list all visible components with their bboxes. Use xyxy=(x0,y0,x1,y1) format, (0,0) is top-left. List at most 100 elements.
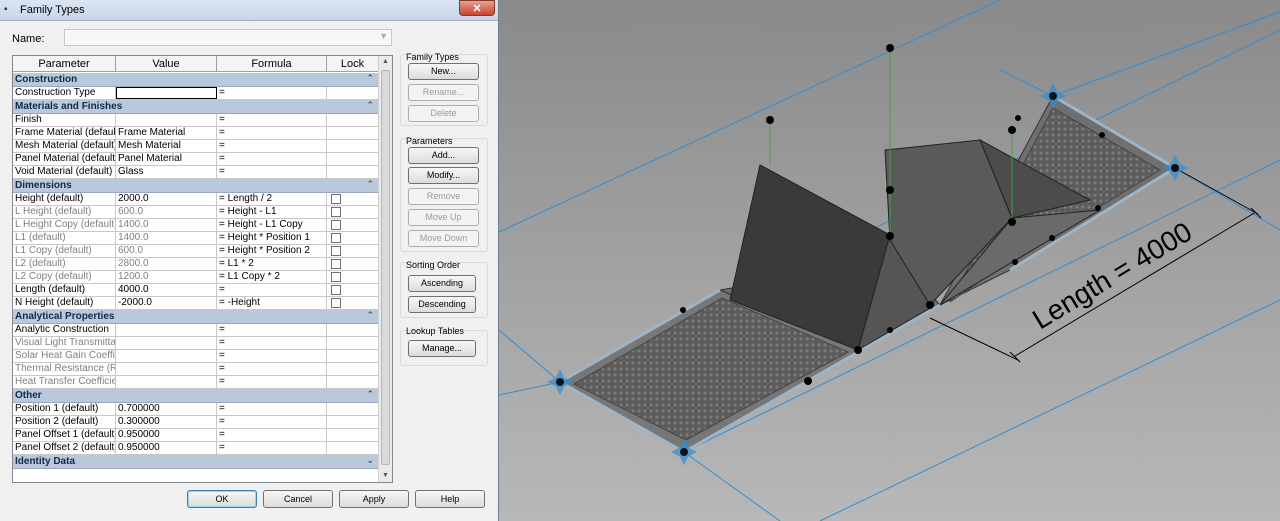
collapse-icon[interactable]: ⌃ xyxy=(366,179,374,190)
value-cell[interactable] xyxy=(116,87,217,99)
formula-cell[interactable]: = xyxy=(217,376,327,388)
name-dropdown[interactable]: ▼ xyxy=(64,29,392,46)
table-row[interactable]: N Height (default) -2000.0 = -Height xyxy=(13,297,379,310)
parameter-cell[interactable]: Thermal Resistance (R) xyxy=(13,363,116,375)
value-cell[interactable]: Mesh Material xyxy=(116,140,217,152)
lock-checkbox[interactable] xyxy=(331,298,341,308)
delete-type-button[interactable]: Delete xyxy=(408,105,479,122)
parameter-cell[interactable]: Visual Light Transmittanc xyxy=(13,337,116,349)
value-cell[interactable]: 1400.0 xyxy=(116,219,217,231)
value-cell[interactable]: -2000.0 xyxy=(116,297,217,309)
help-button[interactable]: Help xyxy=(415,490,485,508)
formula-cell[interactable]: = xyxy=(217,337,327,349)
formula-cell[interactable]: = Length / 2 xyxy=(217,193,327,205)
formula-cell[interactable]: = xyxy=(217,363,327,375)
remove-parameter-button[interactable]: Remove xyxy=(408,188,479,205)
formula-cell[interactable]: = xyxy=(217,284,327,296)
table-row[interactable]: Void Material (default) Glass = xyxy=(13,166,379,179)
formula-cell[interactable]: = xyxy=(217,140,327,152)
value-cell[interactable]: 4000.0 xyxy=(116,284,217,296)
value-cell[interactable]: 600.0 xyxy=(116,245,217,257)
apply-button[interactable]: Apply xyxy=(339,490,409,508)
table-row[interactable]: Panel Offset 2 (default) 0.950000 = xyxy=(13,442,379,455)
parameter-cell[interactable]: Position 1 (default) xyxy=(13,403,116,415)
formula-cell[interactable]: = xyxy=(217,350,327,362)
value-cell[interactable]: 0.300000 xyxy=(116,416,217,428)
group-header[interactable]: Other ⌃ xyxy=(13,389,379,403)
manage-lookup-button[interactable]: Manage... xyxy=(408,340,476,357)
formula-cell[interactable]: = L1 Copy * 2 xyxy=(217,271,327,283)
value-cell[interactable]: Glass xyxy=(116,166,217,178)
value-cell[interactable]: Panel Material xyxy=(116,153,217,165)
scroll-up-icon[interactable]: ▲ xyxy=(379,56,392,68)
modify-parameter-button[interactable]: Modify... xyxy=(408,167,479,184)
collapse-icon[interactable]: ⌃ xyxy=(366,310,374,321)
formula-cell[interactable]: = xyxy=(217,429,327,441)
value-cell[interactable] xyxy=(116,114,217,126)
formula-cell[interactable]: = xyxy=(217,416,327,428)
parameter-cell[interactable]: Solar Heat Gain Coefficie xyxy=(13,350,116,362)
value-cell[interactable]: 1200.0 xyxy=(116,271,217,283)
parameter-cell[interactable]: L1 (default) xyxy=(13,232,116,244)
formula-cell[interactable]: = xyxy=(217,127,327,139)
value-cell[interactable]: 0.700000 xyxy=(116,403,217,415)
table-row[interactable]: Position 1 (default) 0.700000 = xyxy=(13,403,379,416)
parameter-cell[interactable]: L2 (default) xyxy=(13,258,116,270)
lock-checkbox[interactable] xyxy=(331,246,341,256)
parameter-cell[interactable]: L1 Copy (default) xyxy=(13,245,116,257)
move-down-button[interactable]: Move Down xyxy=(408,230,479,247)
table-row[interactable]: Heat Transfer Coefficient = xyxy=(13,376,379,389)
group-header[interactable]: Identity Data ⌄ xyxy=(13,455,379,469)
value-cell[interactable]: 0.950000 xyxy=(116,429,217,441)
formula-cell[interactable]: = -Height xyxy=(217,297,327,309)
table-row[interactable]: L1 (default) 1400.0 = Height * Position 1 xyxy=(13,232,379,245)
collapse-icon[interactable]: ⌃ xyxy=(366,100,374,111)
table-row[interactable]: Panel Offset 1 (default) 0.950000 = xyxy=(13,429,379,442)
table-row[interactable]: Thermal Resistance (R) = xyxy=(13,363,379,376)
lock-checkbox[interactable] xyxy=(331,259,341,269)
value-cell[interactable]: 2800.0 xyxy=(116,258,217,270)
formula-cell[interactable]: = xyxy=(217,114,327,126)
table-row[interactable]: L2 (default) 2800.0 = L1 * 2 xyxy=(13,258,379,271)
parameter-cell[interactable]: Void Material (default) xyxy=(13,166,116,178)
parameter-cell[interactable]: N Height (default) xyxy=(13,297,116,309)
value-cell[interactable] xyxy=(116,363,217,375)
value-cell[interactable] xyxy=(116,337,217,349)
scroll-down-icon[interactable]: ▼ xyxy=(379,470,392,482)
lock-checkbox[interactable] xyxy=(331,207,341,217)
title-bar[interactable]: ▪ Family Types ✕ xyxy=(0,0,498,21)
collapse-icon[interactable]: ⌃ xyxy=(366,73,374,84)
group-header[interactable]: Materials and Finishes ⌃ xyxy=(13,100,379,114)
table-row[interactable]: L1 Copy (default) 600.0 = Height * Positio… xyxy=(13,245,379,258)
parameter-cell[interactable]: Panel Material (default) xyxy=(13,153,116,165)
table-row[interactable]: Analytic Construction = xyxy=(13,324,379,337)
formula-cell[interactable]: = Height * Position 2 xyxy=(217,245,327,257)
formula-cell[interactable]: = xyxy=(217,403,327,415)
table-row[interactable]: Frame Material (default) Frame Material = xyxy=(13,127,379,140)
formula-cell[interactable]: = Height - L1 Copy xyxy=(217,219,327,231)
formula-cell[interactable]: = xyxy=(217,153,327,165)
formula-cell[interactable]: = Height - L1 xyxy=(217,206,327,218)
parameter-cell[interactable]: Analytic Construction xyxy=(13,324,116,336)
parameter-cell[interactable]: Construction Type xyxy=(13,87,116,99)
descending-button[interactable]: Descending xyxy=(408,296,476,313)
parameter-cell[interactable]: Position 2 (default) xyxy=(13,416,116,428)
formula-cell[interactable]: = L1 * 2 xyxy=(217,258,327,270)
parameter-cell[interactable]: L2 Copy (default) xyxy=(13,271,116,283)
lock-checkbox[interactable] xyxy=(331,272,341,282)
table-row[interactable]: L Height Copy (default) 1400.0 = Height - … xyxy=(13,219,379,232)
collapse-icon[interactable]: ⌃ xyxy=(366,389,374,400)
parameter-cell[interactable]: Mesh Material (default) xyxy=(13,140,116,152)
lock-checkbox[interactable] xyxy=(331,220,341,230)
table-row[interactable]: L2 Copy (default) 1200.0 = L1 Copy * 2 xyxy=(13,271,379,284)
parameter-cell[interactable]: Panel Offset 1 (default) xyxy=(13,429,116,441)
table-row[interactable]: Solar Heat Gain Coefficie = xyxy=(13,350,379,363)
scroll-thumb[interactable] xyxy=(381,70,390,465)
formula-cell[interactable]: = Height * Position 1 xyxy=(217,232,327,244)
table-row[interactable]: Position 2 (default) 0.300000 = xyxy=(13,416,379,429)
parameter-cell[interactable]: Heat Transfer Coefficient xyxy=(13,376,116,388)
table-row[interactable]: Finish = xyxy=(13,114,379,127)
parameter-cell[interactable]: L Height Copy (default) xyxy=(13,219,116,231)
expand-icon[interactable]: ⌄ xyxy=(366,455,374,466)
table-row[interactable]: Panel Material (default) Panel Material = xyxy=(13,153,379,166)
